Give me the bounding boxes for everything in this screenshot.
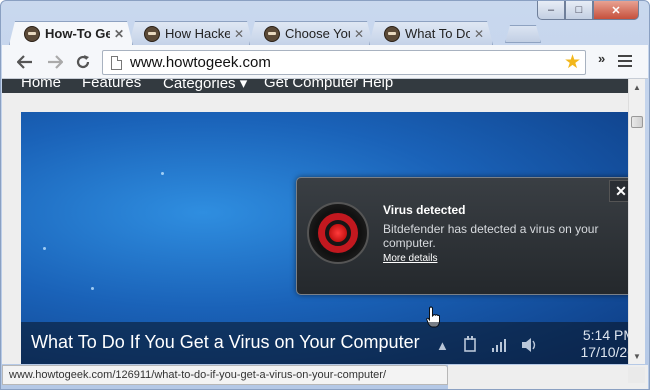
status-bar-url: www.howtogeek.com/126911/what-to-do-if-y…: [2, 365, 448, 385]
logo-core: [329, 224, 347, 242]
notification-body: Bitdefender has detected a virus on your…: [383, 222, 599, 250]
maximize-button[interactable]: □: [565, 1, 593, 20]
tray-expand-icon: ▲: [436, 337, 449, 353]
scroll-down-arrow-icon[interactable]: ▼: [629, 348, 645, 364]
tab-close-icon[interactable]: ✕: [114, 27, 124, 41]
geek-favicon-icon: [384, 26, 400, 42]
geek-favicon-icon: [144, 26, 160, 42]
bitdefender-logo-icon: [307, 202, 369, 264]
desktop-sparkle: [161, 172, 164, 175]
nav-home[interactable]: Home: [21, 79, 61, 91]
tab-strip: How-To Geek ✕ How Hackers ✕ Choose Your …: [9, 21, 609, 45]
tab-title: Choose Your: [285, 26, 348, 41]
page-viewport: Home Features Categories ▾ Get Computer …: [2, 79, 628, 364]
tab-title: How-To Geek: [45, 26, 106, 41]
browser-window: – □ ✕ How-To Geek ✕ How Hackers ✕ Choose…: [0, 0, 650, 390]
vertical-scrollbar[interactable]: ▲ ▼: [628, 79, 645, 364]
taskbar-clock: 5:14 PM 17/10/20: [565, 327, 629, 361]
tab-close-icon[interactable]: ✕: [354, 27, 364, 41]
virus-notification: ✕ Virus detected Bitdefender has detecte…: [296, 177, 628, 295]
tab-how-hackers[interactable]: How Hackers ✕: [129, 21, 253, 45]
geek-favicon-icon: [264, 26, 280, 42]
tab-close-icon[interactable]: ✕: [474, 27, 484, 41]
clock-date: 17/10/20: [580, 344, 629, 360]
article-hero-image[interactable]: ✕ Virus detected Bitdefender has detecte…: [21, 112, 628, 364]
hamburger-menu-icon[interactable]: [618, 55, 632, 70]
article-caption-bar: What To Do If You Get a Virus on Your Co…: [21, 322, 628, 364]
scrollbar-corner: [628, 367, 645, 383]
tab-choose-your[interactable]: Choose Your ✕: [249, 21, 373, 45]
address-bar[interactable]: www.howtogeek.com ★: [102, 50, 586, 75]
clock-time: 5:14 PM: [582, 327, 628, 343]
tab-howtogeek[interactable]: How-To Geek ✕: [9, 21, 133, 45]
back-arrow-icon[interactable]: [14, 51, 36, 73]
network-signal-icon: [491, 339, 506, 352]
nav-features[interactable]: Features: [82, 79, 141, 91]
browser-toolbar: www.howtogeek.com ★ »: [2, 45, 648, 79]
desktop-sparkle: [91, 287, 94, 290]
minimize-button[interactable]: –: [537, 1, 565, 20]
notification-title: Virus detected: [383, 203, 466, 217]
page-icon: [111, 55, 122, 70]
reload-icon[interactable]: [72, 51, 94, 73]
tab-close-icon[interactable]: ✕: [234, 27, 244, 41]
geek-favicon-icon: [24, 26, 40, 42]
volume-icon: [521, 338, 536, 352]
window-controls: – □ ✕: [537, 1, 639, 20]
tab-what-to-do[interactable]: What To Do I ✕: [369, 21, 493, 45]
site-nav: Home Features Categories ▾ Get Computer …: [2, 79, 628, 93]
star-icon[interactable]: ★: [564, 51, 581, 74]
url-text[interactable]: www.howtogeek.com: [130, 54, 564, 71]
extensions-chevron-icon[interactable]: »: [598, 51, 605, 66]
new-tab-button[interactable]: [505, 25, 541, 43]
scrollbar-thumb[interactable]: [631, 116, 643, 128]
close-icon[interactable]: ✕: [609, 180, 628, 202]
article-title[interactable]: What To Do If You Get a Virus on Your Co…: [31, 332, 420, 353]
scroll-up-arrow-icon[interactable]: ▲: [629, 79, 645, 95]
more-details-link[interactable]: More details: [383, 253, 437, 264]
tab-title: What To Do I: [405, 26, 466, 41]
forward-arrow-icon[interactable]: [44, 51, 66, 73]
nav-categories[interactable]: Categories ▾: [163, 79, 247, 92]
desktop-sparkle: [43, 247, 46, 250]
nav-get-computer-help[interactable]: Get Computer Help: [264, 79, 393, 91]
horizontal-scroll-area: [448, 365, 648, 389]
power-plug-icon: [464, 336, 476, 352]
system-tray: ▲: [436, 336, 539, 354]
close-window-button[interactable]: ✕: [593, 1, 639, 20]
tab-title: How Hackers: [165, 26, 225, 41]
